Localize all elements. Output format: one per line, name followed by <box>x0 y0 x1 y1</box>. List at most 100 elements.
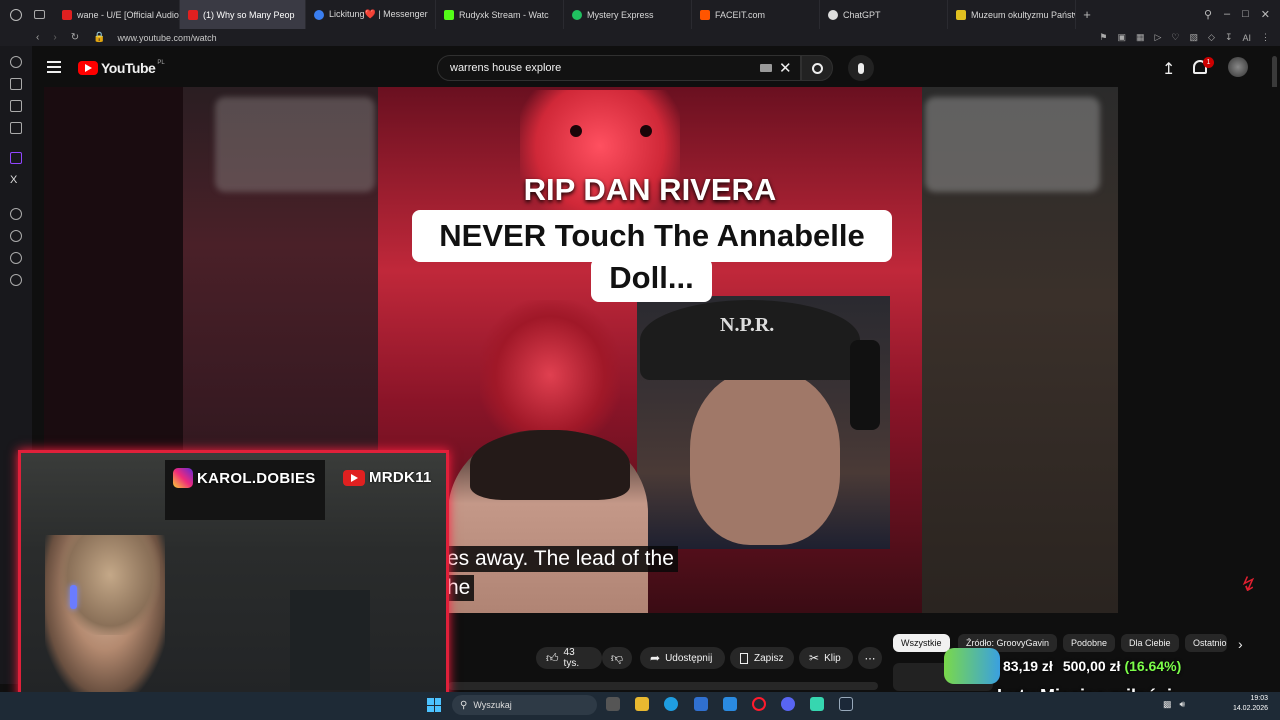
save-button[interactable]: Zapisz <box>730 647 794 669</box>
twitch-icon[interactable] <box>10 152 22 164</box>
heart-icon[interactable]: ♡ <box>1171 32 1179 43</box>
bookmark-icon[interactable]: ⚑ <box>1099 32 1107 43</box>
store-icon[interactable] <box>694 697 708 711</box>
gamepad-icon[interactable] <box>10 100 22 112</box>
browser-menu[interactable] <box>0 0 54 29</box>
chip-for-you[interactable]: Dla Ciebie <box>1121 634 1179 652</box>
player-icon[interactable] <box>10 208 22 220</box>
share-button[interactable]: ➦ Udostępnij <box>640 647 725 669</box>
faceit-favicon-icon <box>700 9 710 20</box>
opera-logo-icon[interactable] <box>10 8 22 21</box>
tab-label: FACEIT.com <box>715 9 766 20</box>
extensions-sidebar-icon[interactable] <box>10 252 22 264</box>
search-value: warrens house explore <box>450 62 562 74</box>
search-button[interactable] <box>801 55 833 81</box>
app-icon[interactable] <box>810 697 824 711</box>
extensions-icon[interactable]: ◇ <box>1208 32 1215 43</box>
reload-icon[interactable]: ↻ <box>71 32 79 43</box>
instagram-name: KAROL.DOBIES <box>197 469 316 487</box>
edge-icon[interactable] <box>664 697 678 711</box>
region-code: PL <box>157 60 165 66</box>
annabelle-doll-image <box>520 90 680 230</box>
task-view-icon[interactable] <box>606 697 620 711</box>
tab-label: wane - U/E [Official Audio] <box>77 9 180 20</box>
avatar[interactable] <box>1228 57 1248 77</box>
chip-all[interactable]: Wszystkie <box>893 634 950 652</box>
discord-icon[interactable] <box>781 697 795 711</box>
snapshot-icon[interactable]: ▣ <box>1117 32 1126 43</box>
volume-icon[interactable]: 🔊︎ <box>1180 699 1186 710</box>
aria-icon[interactable] <box>10 56 22 68</box>
wallet-icon[interactable]: ▧ <box>1190 32 1199 43</box>
tab-label: (1) Why so Many Peop <box>203 9 295 20</box>
upload-icon[interactable]: ↥ <box>1162 59 1175 79</box>
keyboard-icon[interactable] <box>760 64 772 72</box>
menu-icon[interactable]: ⋮ <box>1261 32 1270 43</box>
clip-button[interactable]: ✂ Klip <box>799 647 853 669</box>
steam-icon[interactable] <box>839 697 853 711</box>
back-icon[interactable]: ‹ <box>36 32 39 43</box>
search-input[interactable]: warrens house explore ✕ <box>437 55 801 81</box>
blurred-title-card-left <box>215 97 375 192</box>
voice-search-button[interactable] <box>848 55 874 81</box>
address-bar: ‹ › ↻ 🔒 www.youtube.com/watch ⚑ ▣ ▦ ▷ ♡ … <box>0 29 1280 46</box>
lock-icon: 🔒 <box>93 32 106 43</box>
x-twitter-icon[interactable]: X <box>10 174 22 186</box>
messenger-sidebar-icon[interactable] <box>10 122 22 134</box>
opera-taskbar-icon[interactable] <box>752 697 766 711</box>
network-icon[interactable]: ▩ <box>1163 699 1172 710</box>
history-icon[interactable] <box>10 230 22 242</box>
tab-overview-icon[interactable] <box>34 10 45 19</box>
tab-music[interactable]: wane - U/E [Official Audio] <box>54 0 180 29</box>
workspaces-icon[interactable] <box>10 78 22 90</box>
maximize-icon[interactable]: □ <box>1242 8 1249 21</box>
browser-tab-bar: wane - U/E [Official Audio] (1) Why so M… <box>0 0 1280 29</box>
file-explorer-icon[interactable] <box>635 697 649 711</box>
like-button[interactable]: 👍︎ 43 tys. <box>536 647 602 669</box>
url-field[interactable]: www.youtube.com/watch <box>118 33 217 43</box>
taskbar-clock[interactable]: 19:03 14.02.2026 <box>1228 694 1268 714</box>
tab-mystery-express[interactable]: Mystery Express <box>564 0 692 29</box>
cap-lettering: N.P.R. <box>720 314 775 336</box>
close-window-icon[interactable]: ✕ <box>1261 8 1270 21</box>
doll-eye <box>640 125 652 137</box>
new-tab-button[interactable]: + <box>1076 7 1098 22</box>
tab-label: Mystery Express <box>587 9 654 20</box>
kick-favicon-icon <box>444 9 454 20</box>
forward-icon[interactable]: › <box>53 32 56 43</box>
like-count: 43 tys. <box>563 647 580 669</box>
man-cap-image: N.P.R. <box>640 300 860 380</box>
minimize-icon[interactable]: – <box>1224 8 1230 21</box>
hamburger-menu-icon[interactable] <box>47 61 61 73</box>
tab-messenger[interactable]: Lickitung❤️ | Messenger <box>306 0 436 29</box>
tab-current-video[interactable]: (1) Why so Many Peop <box>180 0 306 29</box>
tab-chatgpt[interactable]: ChatGPT <box>820 0 948 29</box>
tab-faceit[interactable]: FACEIT.com <box>692 0 820 29</box>
tab-museum[interactable]: Muzeum okultyzmu Państw <box>948 0 1076 29</box>
tab-kick-stream[interactable]: Rudyxk Stream - Watc <box>436 0 564 29</box>
play-icon[interactable]: ▷ <box>1155 32 1162 43</box>
goal-current: 83,19 zł <box>1003 658 1053 674</box>
description-box[interactable] <box>448 682 878 690</box>
windows-start-icon[interactable] <box>427 698 441 712</box>
settings-icon[interactable] <box>10 274 22 286</box>
youtube-logo[interactable]: YouTube PL <box>78 60 165 76</box>
more-actions-button[interactable]: ⋯ <box>858 647 882 669</box>
clock-date: 14.02.2026 <box>1232 705 1268 712</box>
clear-search-icon[interactable]: ✕ <box>779 59 792 77</box>
chevron-right-icon[interactable]: › <box>1238 636 1243 652</box>
tab-label: ChatGPT <box>843 9 881 20</box>
dislike-button[interactable]: 👎︎ <box>602 647 632 669</box>
chip-related[interactable]: Podobne <box>1063 634 1116 652</box>
adblock-icon[interactable]: ▦ <box>1136 32 1145 43</box>
tab-label: Lickitung❤️ | Messenger <box>329 9 428 19</box>
messenger-favicon-icon <box>314 9 324 20</box>
mail-icon[interactable] <box>723 697 737 711</box>
microphone-icon <box>858 62 864 74</box>
taskbar-search-input[interactable]: ⚲ Wyszukaj <box>452 695 597 715</box>
chip-recent[interactable]: Ostatnio <box>1185 634 1227 652</box>
subtitle-line1: es away. The lead of the <box>443 546 678 572</box>
ai-button[interactable]: AI <box>1242 33 1251 43</box>
download-icon[interactable]: ↧ <box>1225 32 1233 43</box>
search-tabs-icon[interactable]: ⚲ <box>1204 8 1212 21</box>
